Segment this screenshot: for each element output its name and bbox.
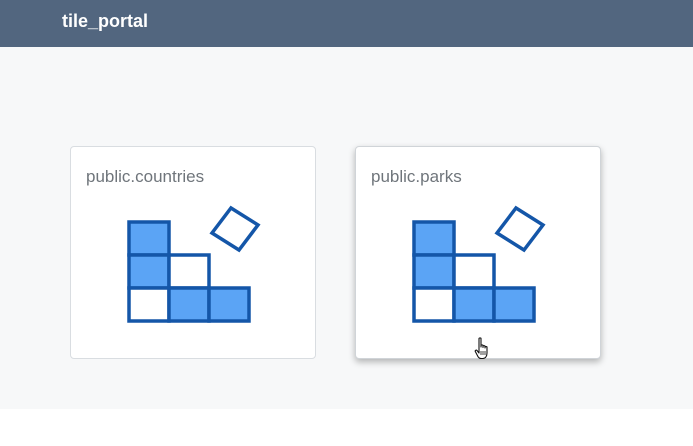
top-bar: tile_portal [0, 0, 693, 47]
card-title: public.countries [86, 167, 205, 186]
tile-grid-icon [127, 205, 261, 323]
layer-card-countries[interactable]: public.countries [70, 146, 316, 359]
layer-card-parks[interactable]: public.parks [355, 146, 601, 359]
card-title: public.parks [371, 167, 462, 186]
tile-grid-icon [412, 205, 546, 323]
hand-pointer-icon [474, 337, 488, 360]
app-title: tile_portal [62, 11, 149, 31]
main-content: public.countries public.parks [0, 47, 693, 409]
